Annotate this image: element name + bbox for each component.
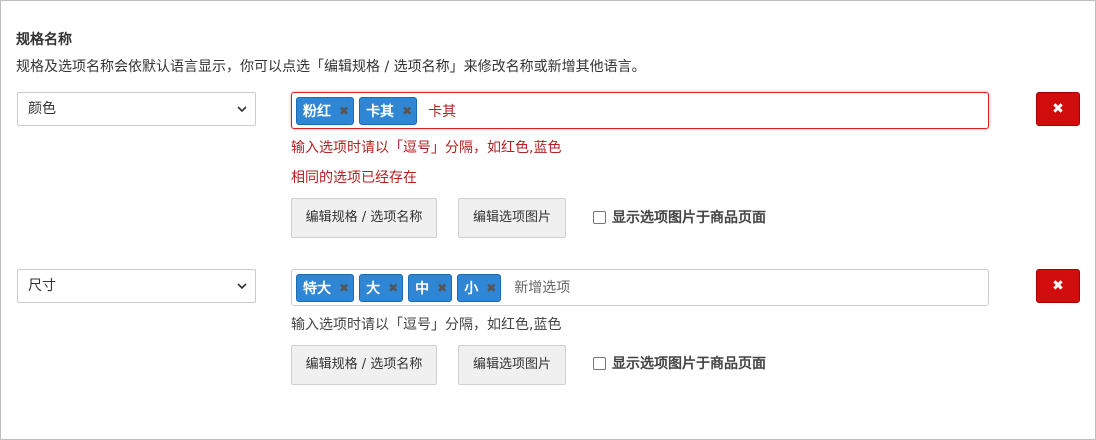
section-title: 规格名称 (16, 32, 72, 48)
show-images-option: 显示选项图片于商品页面 (593, 207, 766, 227)
spec-name-select[interactable]: 颜色 (17, 92, 256, 126)
show-images-option: 显示选项图片于商品页面 (593, 353, 766, 373)
edit-option-images-button[interactable]: 编辑选项图片 (458, 198, 566, 238)
spec-name-value: 尺寸 (28, 278, 56, 294)
delete-spec-button[interactable]: ✖ (1036, 269, 1080, 303)
option-input-text[interactable]: 卡其 (428, 101, 456, 121)
chevron-down-icon (237, 283, 247, 290)
duplicate-error: 相同的选项已经存在 (291, 170, 417, 186)
spec-panel: 规格名称 规格及选项名称会依默认语言显示，你可以点选「编辑规格 / 选项名称」来… (0, 0, 1096, 440)
options-tag-input[interactable]: 特大 ✖ 大 ✖ 中 ✖ 小 ✖ (291, 269, 989, 306)
option-tag-label: 卡其 (366, 103, 395, 120)
show-images-label: 显示选项图片于商品页面 (612, 210, 766, 226)
option-tag: 卡其 ✖ (359, 96, 418, 125)
remove-tag-icon[interactable]: ✖ (388, 281, 398, 295)
remove-tag-icon[interactable]: ✖ (339, 104, 349, 118)
edit-option-images-button[interactable]: 编辑选项图片 (458, 345, 566, 385)
close-icon: ✖ (1052, 278, 1064, 294)
spec-name-value: 颜色 (28, 101, 56, 117)
show-images-checkbox[interactable] (593, 210, 606, 224)
show-images-checkbox[interactable] (593, 356, 606, 370)
option-hint: 输入选项时请以「逗号」分隔，如红色,蓝色 (291, 317, 562, 333)
show-images-label: 显示选项图片于商品页面 (612, 356, 766, 372)
edit-spec-names-button[interactable]: 编辑规格 / 选项名称 (291, 198, 437, 238)
chevron-down-icon (237, 106, 247, 113)
option-tag-label: 小 (464, 280, 479, 297)
close-icon: ✖ (1052, 101, 1064, 117)
option-hint: 输入选项时请以「逗号」分隔，如红色,蓝色 (291, 140, 562, 156)
option-tag-label: 特大 (303, 280, 331, 297)
option-tag: 小 ✖ (457, 273, 502, 302)
option-tag: 大 ✖ (359, 273, 404, 302)
new-option-input[interactable] (512, 278, 717, 297)
options-tag-input[interactable]: 粉红 ✖ 卡其 ✖ 卡其 (291, 92, 989, 129)
edit-spec-names-button[interactable]: 编辑规格 / 选项名称 (291, 345, 437, 385)
remove-tag-icon[interactable]: ✖ (339, 281, 349, 295)
option-tag-label: 中 (415, 280, 430, 297)
remove-tag-icon[interactable]: ✖ (486, 281, 496, 295)
option-tag: 中 ✖ (408, 273, 453, 302)
remove-tag-icon[interactable]: ✖ (402, 104, 412, 118)
remove-tag-icon[interactable]: ✖ (437, 281, 447, 295)
delete-spec-button[interactable]: ✖ (1036, 92, 1080, 126)
option-tag: 粉红 ✖ (296, 96, 355, 125)
option-tag-label: 大 (366, 280, 381, 297)
option-tag: 特大 ✖ (296, 273, 355, 302)
option-tag-label: 粉红 (303, 103, 331, 120)
spec-name-select[interactable]: 尺寸 (17, 269, 256, 303)
section-description: 规格及选项名称会依默认语言显示，你可以点选「编辑规格 / 选项名称」来修改名称或… (16, 59, 646, 75)
